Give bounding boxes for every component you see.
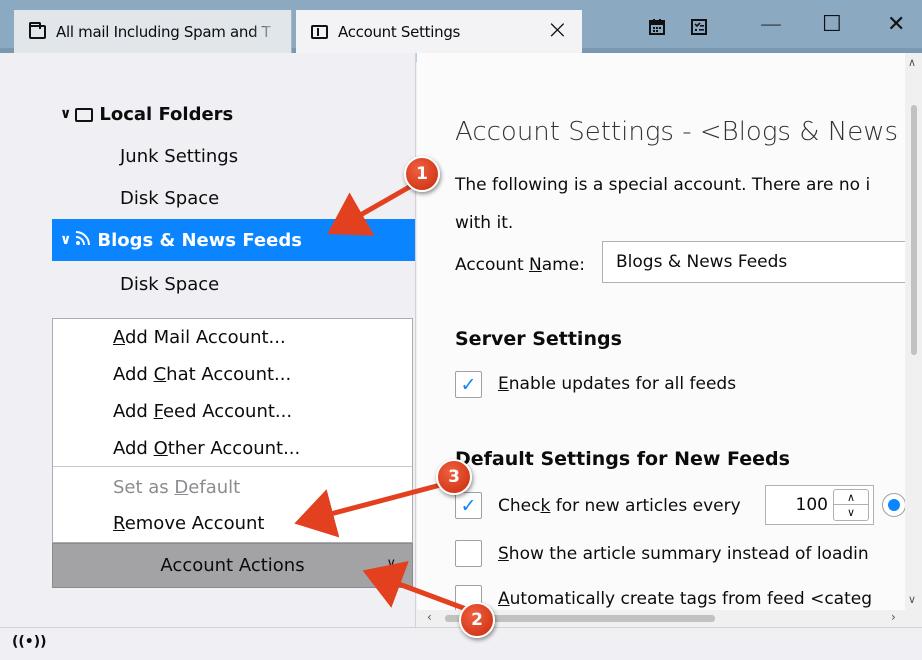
access-key: S bbox=[498, 544, 509, 564]
enable-updates-label[interactable]: Enable updates for all feeds bbox=[498, 374, 736, 394]
label-part: eed Account... bbox=[162, 401, 293, 422]
menu-item-add-chat-account[interactable]: Add Chat Account... bbox=[113, 364, 291, 390]
default-settings-heading: Default Settings for New Feeds bbox=[455, 448, 790, 470]
label-part: for new articles every bbox=[550, 496, 741, 516]
access-key: O bbox=[153, 438, 168, 459]
minimize-button[interactable]: — bbox=[760, 12, 782, 37]
maximize-button[interactable]: ☐ bbox=[822, 12, 842, 37]
tree-item-label: Local Folders bbox=[99, 103, 234, 125]
calendar-icon[interactable] bbox=[648, 18, 666, 41]
access-key: A bbox=[498, 589, 510, 609]
label-part: ame: bbox=[541, 255, 585, 275]
enable-updates-checkbox[interactable]: ✓ bbox=[455, 371, 482, 398]
folder-icon bbox=[75, 108, 94, 122]
tree-item-disk-space[interactable]: Disk Space bbox=[52, 263, 415, 305]
online-status-icon[interactable]: ((•)) bbox=[12, 634, 47, 650]
scroll-left-icon[interactable]: ‹ bbox=[427, 610, 432, 624]
access-key: F bbox=[153, 401, 163, 422]
label-part: Add bbox=[113, 364, 154, 385]
menu-item-add-mail-account[interactable]: Add Mail Account... bbox=[113, 327, 286, 353]
account-settings-pane: Account Settings - <Blogs & News The fol… bbox=[417, 53, 922, 627]
label-part: Set as bbox=[113, 477, 175, 498]
check-interval-value: 100 bbox=[795, 495, 828, 515]
auto-tags-label[interactable]: Automatically create tags from feed <cat… bbox=[498, 589, 872, 609]
label-part: hat Account... bbox=[166, 364, 292, 385]
access-key: R bbox=[113, 513, 125, 534]
page-title: Account Settings - <Blogs & News bbox=[455, 117, 899, 147]
spin-up-icon[interactable]: ∧ bbox=[834, 490, 868, 505]
check-articles-checkbox[interactable]: ✓ bbox=[455, 492, 482, 519]
scroll-up-icon[interactable]: ∧ bbox=[908, 56, 916, 69]
annotation-badge-2: 2 bbox=[459, 602, 495, 638]
label-part: utomatically create tags from feed <cate… bbox=[509, 589, 873, 609]
menu-item-remove-account[interactable]: Remove Account bbox=[113, 513, 264, 539]
label-part: how the article summary instead of loadi… bbox=[508, 544, 869, 564]
label-part: emove Account bbox=[124, 513, 265, 534]
close-tab-icon[interactable]: × bbox=[547, 17, 569, 43]
account-name-label: Account Name: bbox=[455, 255, 585, 275]
tree-item-disk-space[interactable]: Disk Space bbox=[52, 177, 415, 219]
access-key: D bbox=[174, 477, 189, 498]
label-part: Add bbox=[113, 438, 154, 459]
account-actions-button[interactable]: Account Actions ∨ bbox=[52, 543, 413, 588]
account-name-input[interactable]: Blogs & News Feeds bbox=[602, 241, 912, 283]
annotation-badge-3: 3 bbox=[436, 459, 472, 495]
menu-separator bbox=[53, 466, 412, 467]
chevron-down-icon[interactable]: ∨ bbox=[60, 106, 71, 122]
chevron-down-icon[interactable]: ∨ bbox=[60, 232, 71, 248]
show-summary-label[interactable]: Show the article summary instead of load… bbox=[498, 544, 869, 564]
menu-item-add-other-account[interactable]: Add Other Account... bbox=[113, 438, 300, 464]
annotation-badge-1: 1 bbox=[404, 156, 440, 192]
scroll-down-icon[interactable]: ∨ bbox=[908, 593, 916, 606]
tasks-icon[interactable] bbox=[690, 18, 708, 41]
tab-label: Account Settings bbox=[338, 22, 461, 41]
label-part: dd Mail Account... bbox=[125, 327, 286, 348]
chevron-down-icon: ∨ bbox=[386, 556, 396, 571]
status-bar: ((•)) bbox=[0, 627, 922, 660]
account-actions-label: Account Actions bbox=[160, 555, 305, 576]
access-key: k bbox=[540, 496, 551, 516]
scroll-right-icon[interactable]: › bbox=[891, 610, 896, 624]
label-part: Account bbox=[455, 255, 530, 275]
menu-item-add-feed-account[interactable]: Add Feed Account... bbox=[113, 401, 292, 427]
access-key: E bbox=[498, 374, 509, 394]
tab-all-mail[interactable]: All mail Including Spam and T bbox=[14, 10, 292, 53]
access-key: C bbox=[153, 364, 167, 385]
folder-icon bbox=[29, 21, 46, 39]
scrollbar-thumb[interactable] bbox=[911, 105, 917, 355]
label-part: efault bbox=[188, 477, 241, 498]
tree-item-local-folders[interactable]: ∨ Local Folders bbox=[52, 93, 415, 135]
show-summary-checkbox[interactable] bbox=[455, 540, 482, 567]
check-articles-label[interactable]: Check for new articles every bbox=[498, 496, 741, 516]
interval-unit-radio[interactable] bbox=[882, 493, 906, 517]
interval-spinner[interactable]: ∧ ∨ bbox=[833, 489, 869, 521]
access-key: N bbox=[529, 255, 542, 275]
label-part: nable updates for all feeds bbox=[508, 374, 737, 394]
close-window-button[interactable]: ✕ bbox=[887, 12, 905, 37]
tree-item-label: Disk Space bbox=[120, 273, 220, 295]
description-text: The following is a special account. Ther… bbox=[455, 175, 871, 195]
tab-account-settings[interactable]: Account Settings × bbox=[296, 10, 582, 53]
label-part: Chec bbox=[498, 496, 541, 516]
access-key: A bbox=[113, 327, 125, 348]
tree-item-junk-settings[interactable]: Junk Settings bbox=[52, 135, 415, 177]
tree-item-label: Blogs & News Feeds bbox=[97, 229, 302, 251]
rss-feed-icon bbox=[75, 230, 91, 250]
settings-page-icon bbox=[311, 24, 328, 39]
label-part: ther Account... bbox=[167, 438, 301, 459]
tree-item-label: Junk Settings bbox=[120, 145, 239, 167]
account-actions-menu: Add Mail Account... Add Chat Account... … bbox=[52, 318, 413, 543]
vertical-scrollbar[interactable]: ∧ ∨ bbox=[905, 53, 922, 627]
tab-label: All mail Including Spam and T bbox=[56, 22, 271, 41]
menu-item-set-as-default: Set as Default bbox=[113, 477, 240, 503]
tree-item-blogs-news-feeds[interactable]: ∨ Blogs & News Feeds bbox=[52, 219, 415, 261]
label-part: Add bbox=[113, 401, 154, 422]
tree-item-label: Disk Space bbox=[120, 187, 220, 209]
spin-down-icon[interactable]: ∨ bbox=[834, 505, 868, 520]
description-text: with it. bbox=[455, 213, 514, 233]
check-interval-input[interactable]: 100 ∧ ∨ bbox=[765, 485, 874, 525]
server-settings-heading: Server Settings bbox=[455, 328, 622, 350]
